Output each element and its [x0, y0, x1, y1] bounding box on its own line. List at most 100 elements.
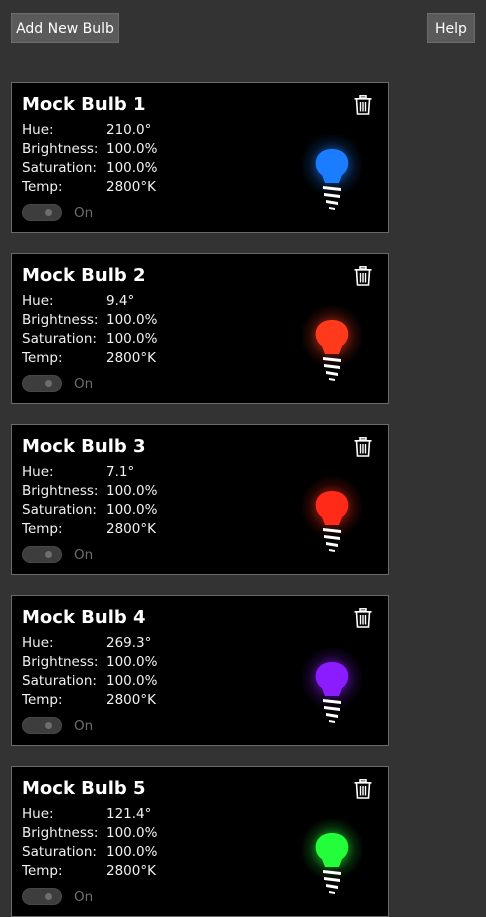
brightness-label: Brightness:: [22, 653, 99, 670]
temp-value: 2800°K: [106, 863, 156, 880]
saturation-label: Saturation:: [22, 330, 97, 347]
toggle-label: On: [74, 546, 94, 563]
power-toggle[interactable]: [22, 717, 62, 734]
saturation-row: Saturation: 100.0%: [22, 329, 157, 348]
toggle-label: On: [74, 204, 94, 221]
power-toggle-group: On: [22, 546, 93, 563]
saturation-row: Saturation: 100.0%: [22, 842, 157, 861]
temp-label: Temp:: [22, 692, 63, 709]
toggle-knob: [45, 209, 52, 216]
brightness-value: 100.0%: [106, 653, 158, 670]
temp-value: 2800°K: [106, 350, 156, 367]
temp-row: Temp: 2800°K: [22, 691, 157, 710]
temp-row: Temp: 2800°K: [22, 520, 157, 539]
temp-label: Temp:: [22, 350, 63, 367]
saturation-row: Saturation: 100.0%: [22, 671, 157, 690]
temp-row: Temp: 2800°K: [22, 178, 157, 197]
help-button[interactable]: Help: [427, 13, 475, 43]
bulb-name: Mock Bulb 2: [22, 265, 146, 286]
saturation-label: Saturation:: [22, 843, 97, 860]
brightness-value: 100.0%: [106, 311, 158, 328]
saturation-label: Saturation:: [22, 501, 97, 518]
power-toggle-group: On: [22, 717, 93, 734]
bulb-properties: Hue: 9.4° Brightness: 100.0% Saturation:…: [22, 291, 157, 368]
toggle-knob: [45, 380, 52, 387]
hue-row: Hue: 121.4°: [22, 804, 157, 823]
brightness-label: Brightness:: [22, 482, 99, 499]
temp-value: 2800°K: [106, 179, 156, 196]
bulb-name: Mock Bulb 1: [22, 94, 146, 115]
lightbulb-icon: [302, 819, 362, 894]
brightness-row: Brightness: 100.0%: [22, 823, 157, 842]
toggle-knob: [45, 551, 52, 558]
bulb-properties: Hue: 121.4° Brightness: 100.0% Saturatio…: [22, 804, 157, 881]
brightness-label: Brightness:: [22, 824, 99, 841]
trash-icon[interactable]: [354, 437, 372, 457]
hue-row: Hue: 269.3°: [22, 633, 157, 652]
toggle-label: On: [74, 375, 94, 392]
bulb-card-2: Mock Bulb 2 Hue: 9.4° Brightness: 100.0%…: [11, 253, 389, 404]
power-toggle-group: On: [22, 204, 93, 221]
temp-value: 2800°K: [106, 692, 156, 709]
toggle-knob: [45, 722, 52, 729]
temp-label: Temp:: [22, 179, 63, 196]
power-toggle-group: On: [22, 888, 93, 905]
bulb-properties: Hue: 7.1° Brightness: 100.0% Saturation:…: [22, 462, 157, 539]
saturation-value: 100.0%: [106, 501, 158, 518]
toggle-label: On: [74, 717, 94, 734]
trash-icon[interactable]: [354, 608, 372, 628]
lightbulb-icon: [302, 477, 362, 552]
bulb-card-1: Mock Bulb 1 Hue: 210.0° Brightness: 100.…: [11, 82, 389, 233]
brightness-row: Brightness: 100.0%: [22, 652, 157, 671]
bulb-card-3: Mock Bulb 3 Hue: 7.1° Brightness: 100.0%…: [11, 424, 389, 575]
saturation-value: 100.0%: [106, 843, 158, 860]
temp-value: 2800°K: [106, 521, 156, 538]
brightness-row: Brightness: 100.0%: [22, 139, 157, 158]
trash-icon[interactable]: [354, 95, 372, 115]
add-new-bulb-button[interactable]: Add New Bulb: [11, 13, 119, 43]
trash-icon[interactable]: [354, 266, 372, 286]
saturation-value: 100.0%: [106, 159, 158, 176]
trash-icon[interactable]: [354, 779, 372, 799]
bulb-properties: Hue: 210.0° Brightness: 100.0% Saturatio…: [22, 120, 157, 197]
temp-row: Temp: 2800°K: [22, 862, 157, 881]
brightness-row: Brightness: 100.0%: [22, 481, 157, 500]
toggle-label: On: [74, 888, 94, 905]
hue-label: Hue:: [22, 121, 54, 138]
saturation-value: 100.0%: [106, 330, 158, 347]
hue-row: Hue: 9.4°: [22, 291, 157, 310]
hue-value: 121.4°: [106, 805, 152, 822]
bulb-card-5: Mock Bulb 5 Hue: 121.4° Brightness: 100.…: [11, 766, 389, 917]
saturation-value: 100.0%: [106, 672, 158, 689]
hue-label: Hue:: [22, 292, 54, 309]
saturation-row: Saturation: 100.0%: [22, 158, 157, 177]
brightness-label: Brightness:: [22, 140, 99, 157]
saturation-row: Saturation: 100.0%: [22, 500, 157, 519]
brightness-value: 100.0%: [106, 140, 158, 157]
brightness-label: Brightness:: [22, 311, 99, 328]
bulb-properties: Hue: 269.3° Brightness: 100.0% Saturatio…: [22, 633, 157, 710]
brightness-value: 100.0%: [106, 824, 158, 841]
lightbulb-icon: [302, 306, 362, 381]
hue-row: Hue: 210.0°: [22, 120, 157, 139]
power-toggle[interactable]: [22, 375, 62, 392]
hue-row: Hue: 7.1°: [22, 462, 157, 481]
hue-value: 269.3°: [106, 634, 152, 651]
toggle-knob: [45, 893, 52, 900]
power-toggle[interactable]: [22, 888, 62, 905]
hue-value: 9.4°: [106, 292, 135, 309]
brightness-value: 100.0%: [106, 482, 158, 499]
bulb-card-4: Mock Bulb 4 Hue: 269.3° Brightness: 100.…: [11, 595, 389, 746]
hue-label: Hue:: [22, 634, 54, 651]
power-toggle[interactable]: [22, 204, 62, 221]
power-toggle-group: On: [22, 375, 93, 392]
lightbulb-icon: [302, 648, 362, 723]
bulb-name: Mock Bulb 3: [22, 436, 146, 457]
hue-label: Hue:: [22, 463, 54, 480]
bulb-name: Mock Bulb 4: [22, 607, 146, 628]
power-toggle[interactable]: [22, 546, 62, 563]
hue-value: 7.1°: [106, 463, 135, 480]
temp-row: Temp: 2800°K: [22, 349, 157, 368]
brightness-row: Brightness: 100.0%: [22, 310, 157, 329]
hue-label: Hue:: [22, 805, 54, 822]
